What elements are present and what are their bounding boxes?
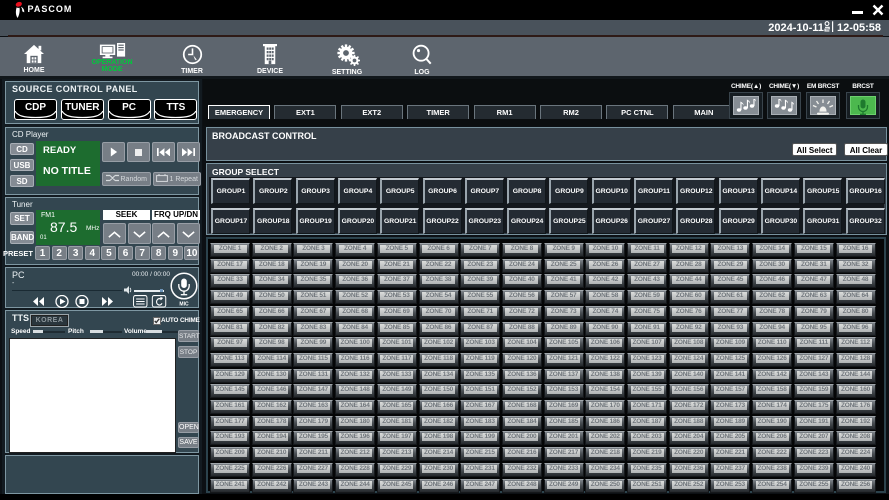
svg-text:MIC: MIC — [179, 302, 189, 308]
svg-text:PASCOM: PASCOM — [28, 4, 73, 14]
